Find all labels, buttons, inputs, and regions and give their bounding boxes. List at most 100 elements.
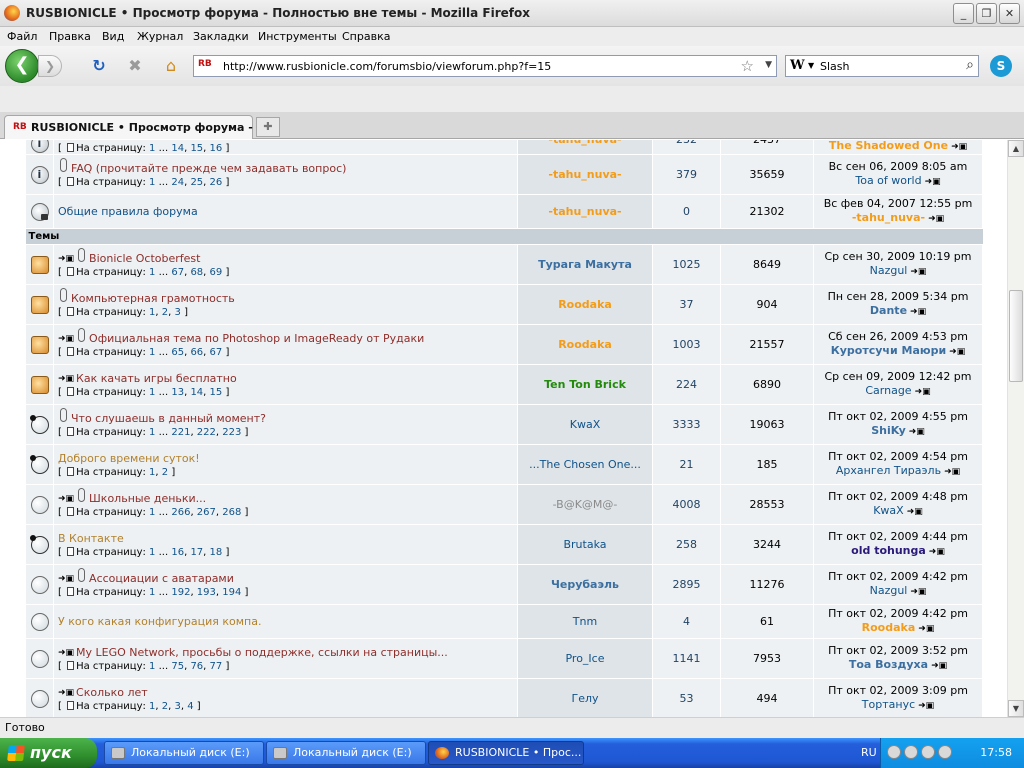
page-link[interactable]: 1 xyxy=(149,347,155,358)
last-post-author[interactable]: KwaX xyxy=(873,504,904,517)
page-link[interactable]: 14 xyxy=(171,143,184,154)
menu-view[interactable]: Вид xyxy=(102,30,124,43)
topic-title-link[interactable]: Школьные деньки... xyxy=(89,492,206,505)
page-link[interactable]: 77 xyxy=(210,661,223,672)
page-link[interactable]: 1 xyxy=(149,587,155,598)
page-link[interactable]: 3 xyxy=(175,307,181,318)
page-link[interactable]: 75 xyxy=(171,661,184,672)
new-tab-button[interactable]: ✚ xyxy=(256,117,280,137)
page-link[interactable]: 67 xyxy=(210,347,223,358)
last-post-author[interactable]: ShiKy xyxy=(871,424,906,437)
topic-title-link[interactable]: Доброго времени суток! xyxy=(58,452,200,465)
page-link[interactable]: 15 xyxy=(190,143,203,154)
author-link[interactable]: -tahu_nuva- xyxy=(548,205,621,218)
new-post-icon[interactable]: ➜▣ xyxy=(58,374,74,384)
goto-last-post-icon[interactable]: ➜▣ xyxy=(910,585,926,599)
last-post-author[interactable]: -tahu_nuva- xyxy=(852,211,925,224)
new-post-icon[interactable]: ➜▣ xyxy=(58,334,74,344)
reload-icon[interactable]: ↻ xyxy=(89,56,109,76)
goto-last-post-icon[interactable]: ➜▣ xyxy=(907,505,923,519)
page-link[interactable]: 13 xyxy=(171,387,184,398)
page-link[interactable]: 69 xyxy=(210,267,223,278)
taskbar-button-disk-1[interactable]: Локальный диск (E:) xyxy=(104,741,264,765)
skype-icon[interactable]: S xyxy=(990,55,1012,77)
author-link[interactable]: Brutaka xyxy=(563,538,606,551)
page-link[interactable]: 221 xyxy=(171,427,190,438)
search-bar[interactable]: W ▼ Slash ⌕ xyxy=(785,55,979,77)
author-link[interactable]: Ten Ton Brick xyxy=(544,378,626,391)
last-post-author[interactable]: Тоа Воздуха xyxy=(849,658,928,671)
new-post-icon[interactable]: ➜▣ xyxy=(58,688,74,698)
menu-help[interactable]: Справка xyxy=(342,30,390,43)
topic-title-link[interactable]: Общие правила форума xyxy=(58,205,198,218)
page-link[interactable]: 4 xyxy=(187,701,193,712)
last-post-author[interactable]: Тортанус xyxy=(862,698,915,711)
page-link[interactable]: 2 xyxy=(162,467,168,478)
search-engine-icon[interactable]: W xyxy=(790,58,805,73)
menu-history[interactable]: Журнал xyxy=(137,30,183,43)
page-link[interactable]: 76 xyxy=(190,661,203,672)
new-post-icon[interactable]: ➜▣ xyxy=(58,494,74,504)
goto-last-post-icon[interactable]: ➜▣ xyxy=(909,425,925,439)
topic-title-link[interactable]: Ассоциации с аватарами xyxy=(89,572,234,585)
last-post-author[interactable]: old tohunga xyxy=(851,544,926,557)
scroll-down-icon[interactable]: ▼ xyxy=(1008,700,1024,717)
new-post-icon[interactable]: ➜▣ xyxy=(58,648,74,658)
bookmark-star-icon[interactable]: ☆ xyxy=(741,57,754,75)
page-link[interactable]: 26 xyxy=(210,177,223,188)
page-link[interactable]: 14 xyxy=(190,387,203,398)
goto-last-post-icon[interactable]: ➜▣ xyxy=(918,699,934,713)
topic-title-link[interactable]: Сколько лет xyxy=(76,686,148,699)
author-link[interactable]: Pro_Ice xyxy=(565,652,604,665)
page-link[interactable]: 1 xyxy=(149,387,155,398)
url-dropdown-icon[interactable]: ▼ xyxy=(765,60,772,70)
topic-title-link[interactable]: Bionicle Octoberfest xyxy=(89,252,200,265)
page-link[interactable]: 194 xyxy=(222,587,241,598)
last-post-author[interactable]: Куротсучи Маюри xyxy=(831,344,946,357)
author-link[interactable]: KwaX xyxy=(570,418,601,431)
search-magnifier-icon[interactable]: ⌕ xyxy=(966,57,974,73)
tray-antivirus-icon[interactable] xyxy=(921,745,935,759)
author-link[interactable]: Tnm xyxy=(573,615,597,628)
last-post-author[interactable]: Carnage xyxy=(865,384,911,397)
author-link[interactable]: ...The Chosen One... xyxy=(529,458,641,471)
url-bar[interactable]: RB http://www.rusbionicle.com/forumsbio/… xyxy=(193,55,777,77)
vertical-scrollbar[interactable]: ▲ ▼ xyxy=(1007,140,1024,717)
page-link[interactable]: 18 xyxy=(210,547,223,558)
page-link[interactable]: 1 xyxy=(149,143,155,154)
url-text[interactable]: http://www.rusbionicle.com/forumsbio/vie… xyxy=(223,60,551,73)
page-link[interactable]: 25 xyxy=(190,177,203,188)
author-link[interactable]: -B@K@M@- xyxy=(553,498,618,511)
topic-title-link[interactable]: Компьютерная грамотность xyxy=(71,292,235,305)
page-link[interactable]: 1 xyxy=(149,307,155,318)
goto-last-post-icon[interactable]: ➜▣ xyxy=(925,175,941,189)
page-link[interactable]: 1 xyxy=(149,177,155,188)
page-link[interactable]: 222 xyxy=(197,427,216,438)
topic-title-link[interactable]: My LEGO Network, просьбы о поддержке, сс… xyxy=(76,646,448,659)
page-link[interactable]: 2 xyxy=(162,307,168,318)
author-link[interactable]: -tahu_nuva- xyxy=(548,168,621,181)
page-link[interactable]: 66 xyxy=(190,347,203,358)
author-link[interactable]: Гелу xyxy=(571,692,598,705)
language-indicator[interactable]: RU xyxy=(861,746,877,759)
taskbar-button-disk-2[interactable]: Локальный диск (E:) xyxy=(266,741,426,765)
stop-icon[interactable]: ✖ xyxy=(125,56,145,76)
scroll-thumb[interactable] xyxy=(1009,290,1023,382)
page-link[interactable]: 1 xyxy=(149,507,155,518)
page-link[interactable]: 268 xyxy=(222,507,241,518)
new-post-icon[interactable]: ➜▣ xyxy=(58,254,74,264)
page-link[interactable]: 24 xyxy=(171,177,184,188)
page-link[interactable]: 68 xyxy=(190,267,203,278)
topic-title-link[interactable]: FAQ (прочитайте прежде чем задавать вопр… xyxy=(71,162,346,175)
menu-bookmarks[interactable]: Закладки xyxy=(193,30,249,43)
back-button[interactable]: ❮ xyxy=(5,49,39,83)
author-link[interactable]: Черубаэль xyxy=(551,578,619,591)
topic-title-link[interactable]: В Контакте xyxy=(58,532,124,545)
tray-network-icon[interactable] xyxy=(904,745,918,759)
page-link[interactable]: 1 xyxy=(149,661,155,672)
last-post-author[interactable]: The Shadowed One xyxy=(829,140,948,152)
forward-button[interactable]: ❯ xyxy=(38,55,62,77)
topic-title-link[interactable]: Как качать игры бесплатно xyxy=(76,372,237,385)
page-link[interactable]: 1 xyxy=(149,701,155,712)
last-post-author[interactable]: Dante xyxy=(870,304,907,317)
